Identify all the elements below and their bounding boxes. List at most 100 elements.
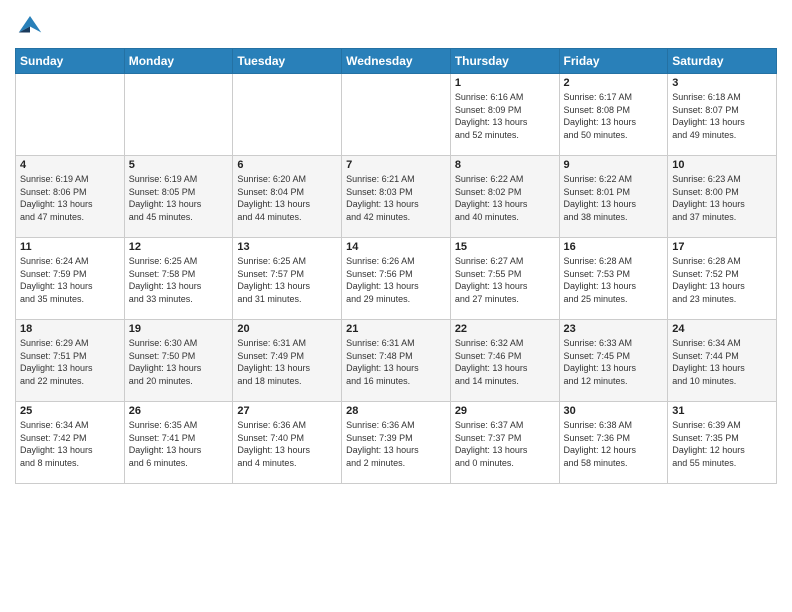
day-number: 17: [672, 241, 772, 253]
day-number: 10: [672, 159, 772, 171]
weekday-header: Monday: [124, 49, 233, 74]
weekday-header: Tuesday: [233, 49, 342, 74]
weekday-header: Thursday: [450, 49, 559, 74]
day-info: Sunrise: 6:16 AM Sunset: 8:09 PM Dayligh…: [455, 91, 555, 141]
calendar-cell: 25 Sunrise: 6:34 AM Sunset: 7:42 PM Dayli…: [16, 402, 125, 484]
day-info: Sunrise: 6:35 AM Sunset: 7:41 PM Dayligh…: [129, 419, 229, 469]
day-info: Sunrise: 6:26 AM Sunset: 7:56 PM Dayligh…: [346, 255, 446, 305]
header: [15, 10, 777, 40]
day-number: 25: [20, 405, 120, 417]
day-info: Sunrise: 6:36 AM Sunset: 7:39 PM Dayligh…: [346, 419, 446, 469]
day-info: Sunrise: 6:19 AM Sunset: 8:06 PM Dayligh…: [20, 173, 120, 223]
day-info: Sunrise: 6:34 AM Sunset: 7:42 PM Dayligh…: [20, 419, 120, 469]
calendar-cell: 8 Sunrise: 6:22 AM Sunset: 8:02 PM Daylig…: [450, 156, 559, 238]
calendar-cell: [124, 74, 233, 156]
day-info: Sunrise: 6:28 AM Sunset: 7:52 PM Dayligh…: [672, 255, 772, 305]
calendar-week-row: 18Sunrise: 6:29 AM Sunset: 7:51 PM Dayli…: [16, 320, 777, 402]
day-info: Sunrise: 6:38 AM Sunset: 7:36 PM Dayligh…: [564, 419, 664, 469]
calendar-cell: 23 Sunrise: 6:33 AM Sunset: 7:45 PM Dayli…: [559, 320, 668, 402]
day-info: Sunrise: 6:19 AM Sunset: 8:05 PM Dayligh…: [129, 173, 229, 223]
calendar-cell: [342, 74, 451, 156]
day-info: Sunrise: 6:39 AM Sunset: 7:35 PM Dayligh…: [672, 419, 772, 469]
logo: [15, 10, 49, 40]
day-number: 12: [129, 241, 229, 253]
calendar-cell: 16Sunrise: 6:28 AM Sunset: 7:53 PM Dayli…: [559, 238, 668, 320]
day-number: 4: [20, 159, 120, 171]
day-number: 30: [564, 405, 664, 417]
day-info: Sunrise: 6:29 AM Sunset: 7:51 PM Dayligh…: [20, 337, 120, 387]
calendar-cell: 10 Sunrise: 6:23 AM Sunset: 8:00 PM Dayli…: [668, 156, 777, 238]
day-info: Sunrise: 6:27 AM Sunset: 7:55 PM Dayligh…: [455, 255, 555, 305]
day-number: 28: [346, 405, 446, 417]
day-info: Sunrise: 6:31 AM Sunset: 7:49 PM Dayligh…: [237, 337, 337, 387]
day-info: Sunrise: 6:23 AM Sunset: 8:00 PM Dayligh…: [672, 173, 772, 223]
calendar-cell: 24 Sunrise: 6:34 AM Sunset: 7:44 PM Dayli…: [668, 320, 777, 402]
calendar-cell: 17 Sunrise: 6:28 AM Sunset: 7:52 PM Dayli…: [668, 238, 777, 320]
day-info: Sunrise: 6:34 AM Sunset: 7:44 PM Dayligh…: [672, 337, 772, 387]
day-number: 22: [455, 323, 555, 335]
day-number: 6: [237, 159, 337, 171]
day-info: Sunrise: 6:31 AM Sunset: 7:48 PM Dayligh…: [346, 337, 446, 387]
day-info: Sunrise: 6:22 AM Sunset: 8:01 PM Dayligh…: [564, 173, 664, 223]
calendar-table: SundayMondayTuesdayWednesdayThursdayFrid…: [15, 48, 777, 484]
day-info: Sunrise: 6:22 AM Sunset: 8:02 PM Dayligh…: [455, 173, 555, 223]
calendar-cell: 9 Sunrise: 6:22 AM Sunset: 8:01 PM Daylig…: [559, 156, 668, 238]
calendar-cell: 28 Sunrise: 6:36 AM Sunset: 7:39 PM Dayli…: [342, 402, 451, 484]
weekday-header-row: SundayMondayTuesdayWednesdayThursdayFrid…: [16, 49, 777, 74]
calendar-cell: 29 Sunrise: 6:37 AM Sunset: 7:37 PM Dayli…: [450, 402, 559, 484]
day-number: 21: [346, 323, 446, 335]
day-number: 16: [564, 241, 664, 253]
calendar-cell: 19Sunrise: 6:30 AM Sunset: 7:50 PM Dayli…: [124, 320, 233, 402]
day-number: 26: [129, 405, 229, 417]
day-number: 31: [672, 405, 772, 417]
day-number: 23: [564, 323, 664, 335]
calendar-cell: 15 Sunrise: 6:27 AM Sunset: 7:55 PM Dayli…: [450, 238, 559, 320]
calendar-cell: 22 Sunrise: 6:32 AM Sunset: 7:46 PM Dayli…: [450, 320, 559, 402]
calendar-cell: [16, 74, 125, 156]
day-number: 3: [672, 77, 772, 89]
weekday-header: Saturday: [668, 49, 777, 74]
day-info: Sunrise: 6:25 AM Sunset: 7:57 PM Dayligh…: [237, 255, 337, 305]
calendar-cell: 31 Sunrise: 6:39 AM Sunset: 7:35 PM Dayli…: [668, 402, 777, 484]
day-number: 7: [346, 159, 446, 171]
day-info: Sunrise: 6:33 AM Sunset: 7:45 PM Dayligh…: [564, 337, 664, 387]
weekday-header: Wednesday: [342, 49, 451, 74]
day-number: 29: [455, 405, 555, 417]
calendar-cell: 12Sunrise: 6:25 AM Sunset: 7:58 PM Dayli…: [124, 238, 233, 320]
day-number: 27: [237, 405, 337, 417]
calendar-cell: 26 Sunrise: 6:35 AM Sunset: 7:41 PM Dayli…: [124, 402, 233, 484]
day-info: Sunrise: 6:20 AM Sunset: 8:04 PM Dayligh…: [237, 173, 337, 223]
calendar-cell: [233, 74, 342, 156]
calendar-week-row: 4 Sunrise: 6:19 AM Sunset: 8:06 PM Daylig…: [16, 156, 777, 238]
day-info: Sunrise: 6:37 AM Sunset: 7:37 PM Dayligh…: [455, 419, 555, 469]
calendar-week-row: 1 Sunrise: 6:16 AM Sunset: 8:09 PM Daylig…: [16, 74, 777, 156]
calendar-cell: 5 Sunrise: 6:19 AM Sunset: 8:05 PM Daylig…: [124, 156, 233, 238]
day-number: 1: [455, 77, 555, 89]
calendar-cell: 6 Sunrise: 6:20 AM Sunset: 8:04 PM Daylig…: [233, 156, 342, 238]
day-info: Sunrise: 6:17 AM Sunset: 8:08 PM Dayligh…: [564, 91, 664, 141]
page: SundayMondayTuesdayWednesdayThursdayFrid…: [0, 0, 792, 612]
calendar-cell: 21 Sunrise: 6:31 AM Sunset: 7:48 PM Dayli…: [342, 320, 451, 402]
calendar-cell: 7 Sunrise: 6:21 AM Sunset: 8:03 PM Daylig…: [342, 156, 451, 238]
weekday-header: Sunday: [16, 49, 125, 74]
calendar-cell: 20Sunrise: 6:31 AM Sunset: 7:49 PM Dayli…: [233, 320, 342, 402]
calendar-cell: 3 Sunrise: 6:18 AM Sunset: 8:07 PM Daylig…: [668, 74, 777, 156]
day-info: Sunrise: 6:30 AM Sunset: 7:50 PM Dayligh…: [129, 337, 229, 387]
calendar-week-row: 11Sunrise: 6:24 AM Sunset: 7:59 PM Dayli…: [16, 238, 777, 320]
calendar-cell: 1 Sunrise: 6:16 AM Sunset: 8:09 PM Daylig…: [450, 74, 559, 156]
day-number: 8: [455, 159, 555, 171]
calendar-cell: 30 Sunrise: 6:38 AM Sunset: 7:36 PM Dayli…: [559, 402, 668, 484]
day-number: 9: [564, 159, 664, 171]
day-number: 5: [129, 159, 229, 171]
day-number: 15: [455, 241, 555, 253]
calendar-cell: 27Sunrise: 6:36 AM Sunset: 7:40 PM Dayli…: [233, 402, 342, 484]
weekday-header: Friday: [559, 49, 668, 74]
day-number: 24: [672, 323, 772, 335]
calendar-cell: 11Sunrise: 6:24 AM Sunset: 7:59 PM Dayli…: [16, 238, 125, 320]
day-info: Sunrise: 6:18 AM Sunset: 8:07 PM Dayligh…: [672, 91, 772, 141]
calendar-cell: 2Sunrise: 6:17 AM Sunset: 8:08 PM Daylig…: [559, 74, 668, 156]
calendar-cell: 4 Sunrise: 6:19 AM Sunset: 8:06 PM Daylig…: [16, 156, 125, 238]
day-info: Sunrise: 6:21 AM Sunset: 8:03 PM Dayligh…: [346, 173, 446, 223]
day-number: 13: [237, 241, 337, 253]
day-info: Sunrise: 6:32 AM Sunset: 7:46 PM Dayligh…: [455, 337, 555, 387]
